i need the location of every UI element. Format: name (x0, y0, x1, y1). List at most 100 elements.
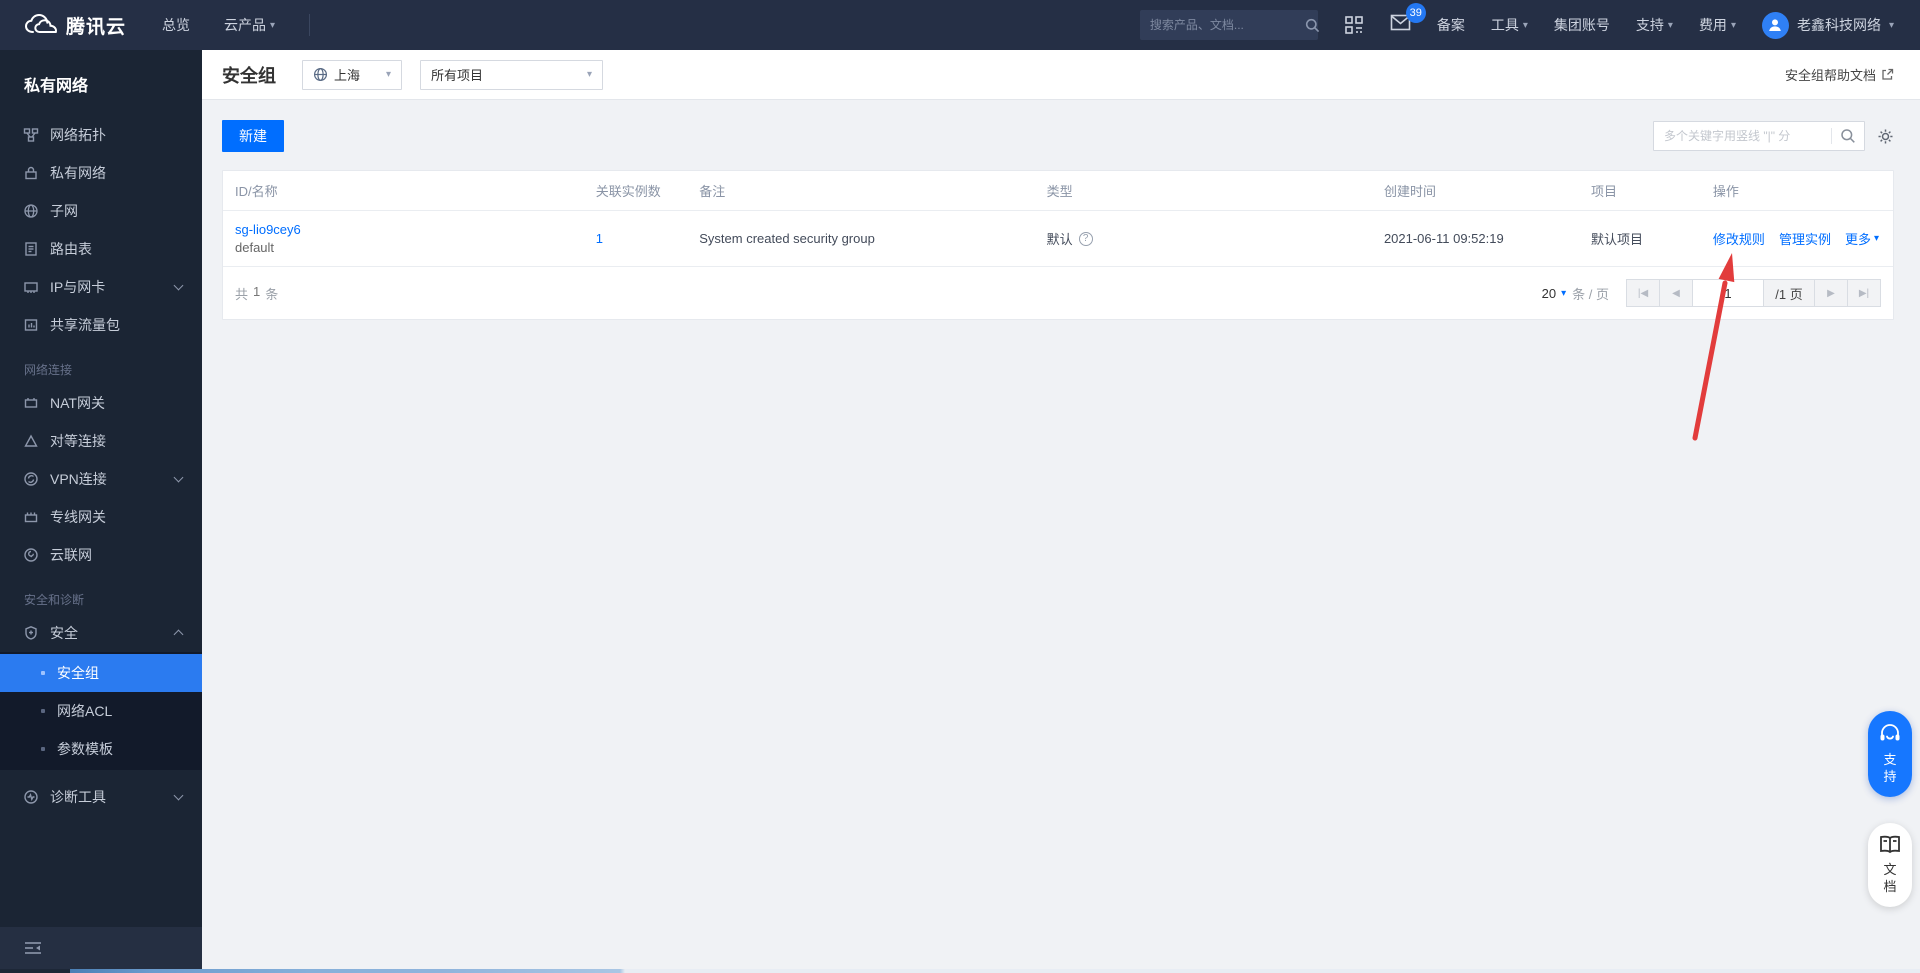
total-count: 共1条 (235, 283, 279, 302)
project-filter-value: 所有项目 (431, 68, 484, 83)
sidebar-item-vpn[interactable]: VPN连接 (0, 460, 202, 498)
caret-down-icon: ▾ (385, 69, 391, 80)
last-page-button[interactable]: ▶| (1847, 279, 1881, 307)
docs-float-button[interactable]: 文档 (1868, 823, 1912, 907)
prev-page-button[interactable]: ◀ (1659, 279, 1693, 307)
caret-down-icon: ▾ (1730, 19, 1736, 31)
col-header-remark: 备注 (699, 184, 726, 199)
chevron-down-icon (173, 280, 184, 291)
instance-count-link[interactable]: 1 (596, 231, 603, 246)
lock-icon (23, 165, 39, 181)
sidebar-item-ccn[interactable]: 云联网 (0, 536, 202, 574)
sidebar-item-shared-bandwidth[interactable]: 共享流量包 (0, 306, 202, 344)
sidebar-item-ip-nic[interactable]: IP与网卡 (0, 268, 202, 306)
security-group-table: ID/名称 关联实例数 备注 类型 创建时间 项目 操作 sg-lio9cey6… (222, 170, 1894, 320)
nav-beian[interactable]: 备案 (1437, 15, 1465, 35)
table-search[interactable] (1653, 121, 1865, 151)
sidebar-item-nat-gateway[interactable]: NAT网关 (0, 384, 202, 422)
sidebar-item-direct-connect[interactable]: 专线网关 (0, 498, 202, 536)
sidebar-title: 私有网络 (24, 78, 89, 95)
sidebar-item-param-template[interactable]: 参数模板 (0, 730, 202, 768)
col-header-created: 创建时间 (1383, 184, 1436, 199)
create-button[interactable]: 新建 (222, 120, 284, 152)
topbar-search[interactable] (1139, 10, 1320, 40)
caret-down-icon: ▾ (1888, 19, 1894, 31)
security-submenu: 安全组 网络ACL 参数模板 (0, 652, 202, 770)
bullet-icon (41, 671, 45, 675)
sidebar-item-peering[interactable]: 对等连接 (0, 422, 202, 460)
document-icon (23, 241, 39, 257)
nav-group-account[interactable]: 集团账号 (1554, 15, 1610, 35)
column-settings-gear-icon[interactable] (1877, 128, 1894, 145)
direct-connect-icon (23, 509, 39, 525)
table-row: sg-lio9cey6 default 1 System created sec… (223, 211, 1893, 267)
cloud-logo-icon (24, 13, 58, 37)
project-filter-selector[interactable]: 所有项目 ▾ (420, 59, 603, 90)
page-header: 安全组 上海 ▾ 所有项目 ▾ 安全组帮助文档 (202, 50, 1920, 100)
more-actions-link[interactable]: 更多 ▾ (1845, 229, 1879, 248)
chevron-up-icon (173, 629, 184, 640)
sidebar-item-diagnostic-tools[interactable]: 诊断工具 (0, 778, 202, 816)
sidebar-item-route-table[interactable]: 路由表 (0, 230, 202, 268)
col-header-project: 项目 (1591, 184, 1618, 199)
sidebar-item-subnet[interactable]: 子网 (0, 192, 202, 230)
sidebar-section-network-connection: 网络连接 (24, 363, 73, 377)
search-icon[interactable] (1831, 128, 1856, 144)
region-selector[interactable]: 上海 ▾ (302, 59, 402, 90)
toolbar: 新建 (222, 120, 1894, 152)
message-count-badge: 39 (1405, 3, 1426, 23)
globe-icon (23, 203, 39, 219)
table-search-input[interactable] (1664, 129, 1831, 143)
sg-id-link[interactable]: sg-lio9cey6 (235, 222, 301, 237)
taskbar-edge (0, 969, 1920, 973)
book-icon (1878, 835, 1902, 855)
sidebar-item-security-group[interactable]: 安全组 (0, 654, 202, 692)
bar-chart-icon (23, 317, 39, 333)
search-icon[interactable] (1305, 18, 1320, 33)
nav-billing[interactable]: 费用 ▾ (1699, 15, 1736, 35)
nav-tools[interactable]: 工具 ▾ (1491, 15, 1528, 35)
sidebar-item-topology[interactable]: 网络拓扑 (0, 116, 202, 154)
tencent-cloud-logo[interactable]: 腾讯云 (24, 12, 126, 39)
page-title: 安全组 (222, 65, 276, 86)
topbar: 腾讯云 总览 云产品▾ 39 备案 (0, 0, 1920, 50)
nav-overview[interactable]: 总览 (162, 15, 190, 35)
next-page-button[interactable]: ▶ (1814, 279, 1848, 307)
sidebar-item-security[interactable]: 安全 (0, 614, 202, 652)
sidebar: 私有网络 网络拓扑 私有网络 子网 路由表 IP与网卡 共享流量包 网络连接 N… (0, 50, 202, 973)
account-menu[interactable]: 老鑫科技网络 ▾ (1761, 11, 1894, 39)
collapse-icon (24, 941, 42, 955)
bullet-icon (41, 709, 45, 713)
shield-icon (23, 625, 39, 641)
sg-created-at: 2021-06-11 09:52:19 (1383, 231, 1504, 246)
col-header-id-name: ID/名称 (235, 184, 278, 199)
messages-button[interactable]: 39 (1390, 3, 1426, 36)
topbar-search-input[interactable] (1149, 18, 1305, 32)
sg-name: default (235, 240, 275, 255)
sidebar-collapse-button[interactable] (0, 927, 202, 969)
manage-instances-link[interactable]: 管理实例 (1779, 229, 1831, 248)
support-float-button[interactable]: 支持 (1868, 711, 1912, 797)
app-window: 腾讯云 总览 云产品▾ 39 备案 (0, 0, 1920, 973)
sidebar-item-vpc[interactable]: 私有网络 (0, 154, 202, 192)
current-page-input[interactable]: 1 (1692, 279, 1764, 307)
main-content: 新建 ID/名称 关联实例数 (202, 100, 1920, 969)
bullet-icon (41, 747, 45, 751)
topology-icon (23, 127, 39, 143)
diagnostics-icon (23, 789, 39, 805)
help-question-icon[interactable]: ? (1078, 231, 1093, 246)
first-page-button[interactable]: |◀ (1626, 279, 1660, 307)
edit-rules-link[interactable]: 修改规则 (1713, 229, 1765, 248)
nav-cloud-products[interactable]: 云产品 ▾ (224, 15, 275, 35)
help-doc-link[interactable]: 安全组帮助文档 (1785, 65, 1894, 84)
sidebar-item-network-acl[interactable]: 网络ACL (0, 692, 202, 730)
caret-down-icon: ▾ (270, 19, 276, 31)
region-value: 上海 (334, 68, 361, 83)
qr-scan-icon[interactable] (1344, 15, 1364, 35)
pagination-bar: 共1条 20 ▾ 条 / 页 |◀ ◀ 1 /1 页 ▶ ▶| (223, 267, 1893, 319)
sidebar-section-security-diagnosis: 安全和诊断 (24, 593, 85, 607)
chevron-down-icon (173, 472, 184, 483)
chevron-down-icon (173, 790, 184, 801)
page-size-selector[interactable]: 20 ▾ (1542, 286, 1567, 301)
nav-support[interactable]: 支持 ▾ (1636, 15, 1673, 35)
